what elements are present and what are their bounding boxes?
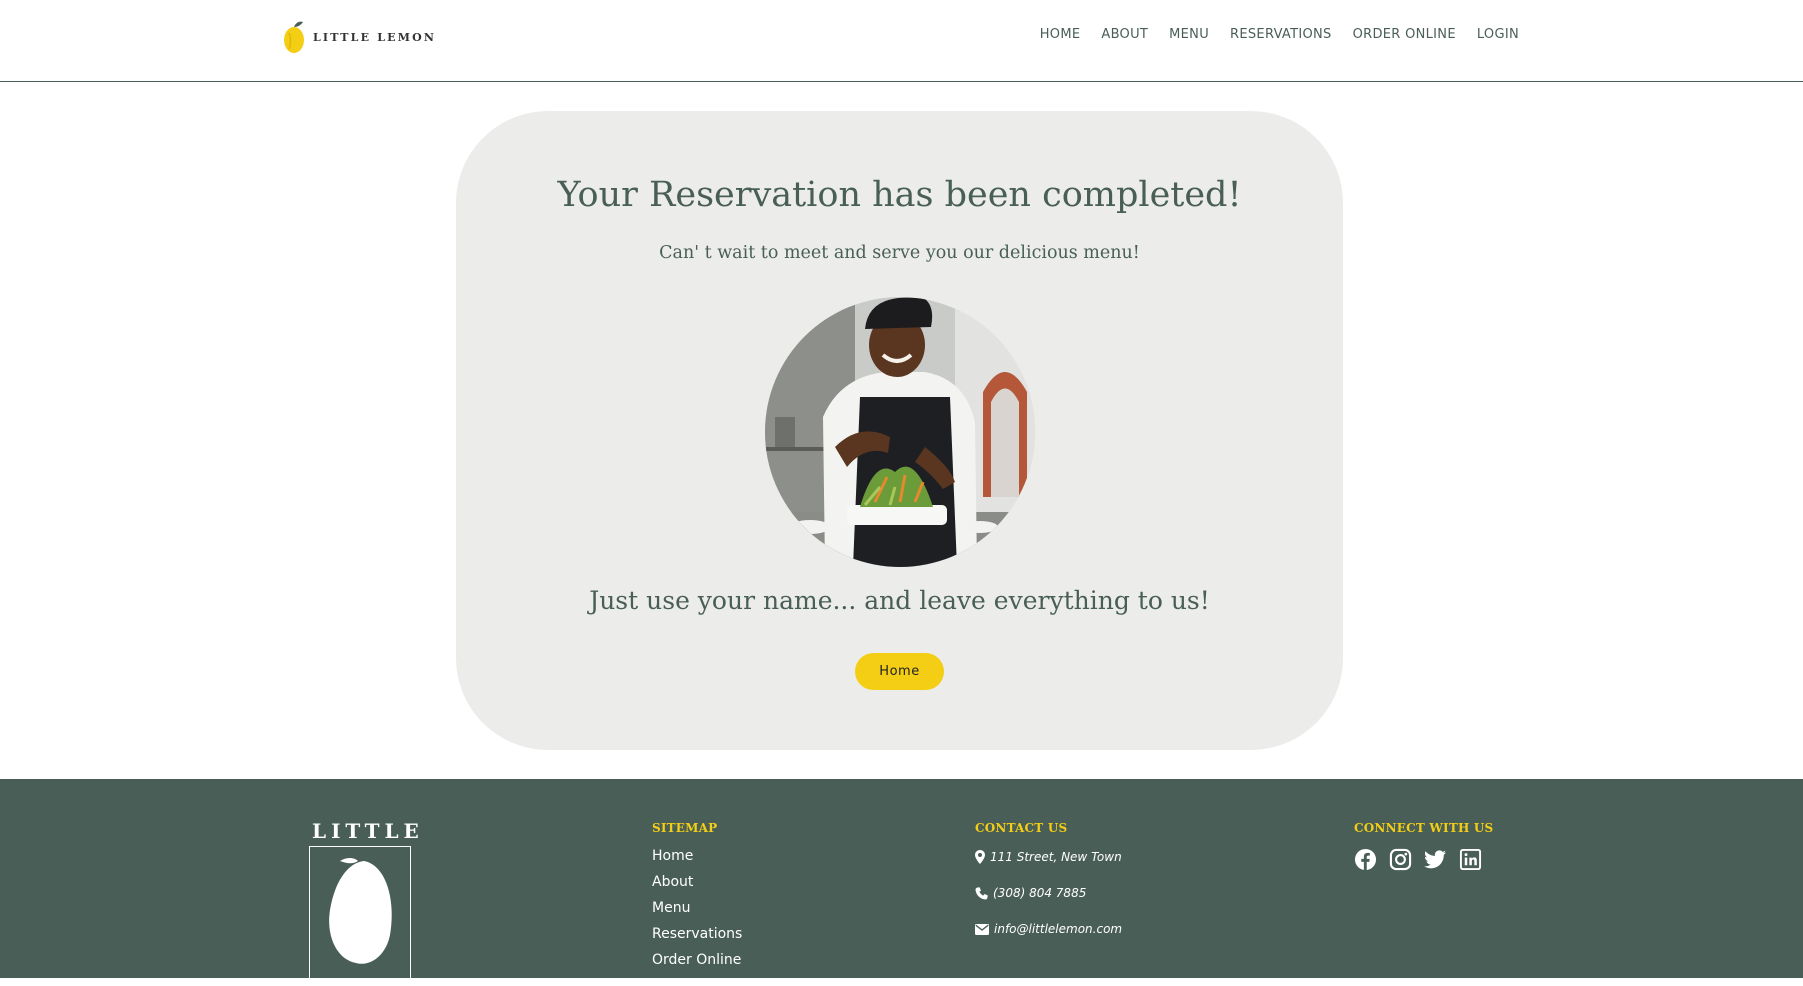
chef-plating-illustration	[765, 297, 1035, 567]
twitter-icon[interactable]	[1424, 848, 1447, 871]
sitemap-list: Home About Menu Reservations Order Onlin…	[652, 848, 742, 978]
nav-login[interactable]: LOGIN	[1477, 27, 1519, 42]
contact-phone-text[interactable]: (308) 804 7885	[993, 886, 1086, 900]
nav-about[interactable]: ABOUT	[1101, 27, 1148, 42]
contact-address: 111 Street, New Town	[975, 847, 1122, 867]
confirmation-tagline: Just use your name... and leave everythi…	[589, 586, 1210, 615]
linkedin-icon[interactable]	[1459, 848, 1482, 871]
contact-heading: CONTACT US	[975, 821, 1068, 835]
contact-phone: (308) 804 7885	[975, 883, 1122, 903]
chef-photo	[765, 297, 1035, 567]
social-heading: CONNECT WITH US	[1354, 821, 1494, 835]
nav-home[interactable]: HOME	[1040, 27, 1081, 42]
nav-menu[interactable]: MENU	[1169, 27, 1209, 42]
sitemap-link-menu[interactable]: Menu	[652, 900, 742, 926]
footer-logo-frame	[309, 846, 411, 986]
envelope-icon	[975, 923, 989, 935]
site-footer: LITTLE SITEMAP Home About Menu Reservati…	[0, 779, 1803, 986]
confirmation-subtitle: Can' t wait to meet and serve you our de…	[659, 243, 1140, 263]
main-nav: HOME ABOUT MENU RESERVATIONS ORDER ONLIN…	[1040, 27, 1519, 42]
location-pin-icon	[975, 850, 985, 864]
lemon-silhouette-icon	[329, 858, 392, 964]
sitemap-heading: SITEMAP	[652, 821, 718, 835]
footer-sitemap: SITEMAP Home About Menu Reservations Ord…	[652, 821, 742, 978]
instagram-icon[interactable]	[1389, 848, 1412, 871]
footer-logo: LITTLE	[308, 819, 424, 986]
confirmation-card: Your Reservation has been completed! Can…	[456, 111, 1343, 750]
sitemap-link-about[interactable]: About	[652, 874, 742, 900]
sitemap-link-home[interactable]: Home	[652, 848, 742, 874]
contact-address-text: 111 Street, New Town	[990, 850, 1122, 864]
contact-email-text[interactable]: info@littlelemon.com	[994, 922, 1122, 936]
logo-text: LITTLE LEMON	[313, 30, 437, 44]
sitemap-link-order-online[interactable]: Order Online	[652, 952, 742, 978]
lemon-logo-icon	[284, 21, 304, 53]
footer-social: CONNECT WITH US	[1354, 821, 1493, 871]
phone-icon	[975, 886, 988, 900]
site-header: LITTLE LEMON HOME ABOUT MENU RESERVATION…	[0, 0, 1803, 82]
footer-contact: CONTACT US 111 Street, New Town (308) 80…	[975, 821, 1122, 939]
header-logo[interactable]: LITTLE LEMON	[283, 19, 436, 55]
home-button[interactable]: Home	[855, 653, 944, 690]
confirmation-title: Your Reservation has been completed!	[557, 175, 1242, 215]
facebook-icon[interactable]	[1354, 848, 1377, 871]
contact-email: info@littlelemon.com	[975, 919, 1122, 939]
social-links	[1354, 848, 1493, 871]
sitemap-link-reservations[interactable]: Reservations	[652, 926, 742, 952]
nav-reservations[interactable]: RESERVATIONS	[1230, 27, 1332, 42]
nav-order-online[interactable]: ORDER ONLINE	[1353, 27, 1456, 42]
footer-logo-text: LITTLE	[312, 819, 424, 843]
